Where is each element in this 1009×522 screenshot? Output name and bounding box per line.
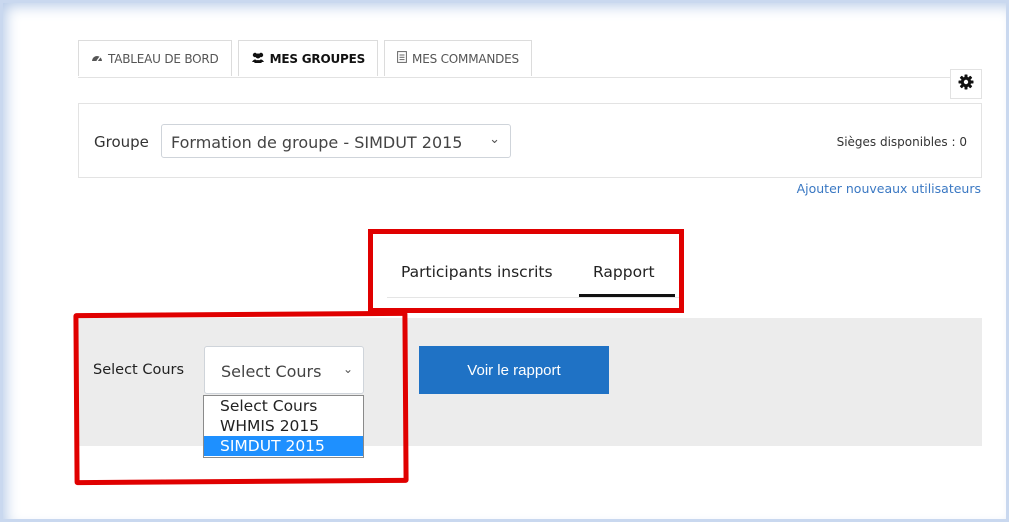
settings-button[interactable]: [950, 69, 982, 99]
group-select[interactable]: Formation de groupe - SIMDUT 2015 ⌄: [161, 124, 511, 158]
users-icon: [251, 52, 265, 66]
seats-available: Sièges disponibles : 0: [837, 135, 967, 149]
tab-tableau-de-bord[interactable]: TABLEAU DE BORD: [78, 40, 232, 76]
tab-label: MES COMMANDES: [412, 51, 519, 66]
annotation-box-course: [73, 310, 409, 486]
group-label: Groupe: [94, 133, 149, 151]
group-panel: Groupe Formation de groupe - SIMDUT 2015…: [78, 103, 982, 178]
add-users-link[interactable]: Ajouter nouveaux utilisateurs: [797, 181, 981, 196]
dashboard-icon: [91, 52, 103, 66]
gear-icon: [958, 74, 974, 94]
annotation-box-tabs: [368, 229, 684, 313]
main-tabs: TABLEAU DE BORD MES GROUPES MES COMMANDE…: [78, 40, 538, 77]
seats-value: 0: [959, 135, 967, 149]
view-report-button[interactable]: Voir le rapport: [419, 346, 609, 394]
chevron-down-icon: ⌄: [489, 132, 500, 147]
tab-divider: [78, 77, 982, 78]
tab-mes-commandes[interactable]: MES COMMANDES: [384, 40, 532, 76]
seats-label: Sièges disponibles :: [836, 135, 956, 149]
tab-label: TABLEAU DE BORD: [108, 51, 219, 66]
tab-mes-groupes[interactable]: MES GROUPES: [237, 40, 379, 76]
tab-label: MES GROUPES: [269, 51, 366, 66]
document-icon: [397, 51, 407, 66]
group-selected-value: Formation de groupe - SIMDUT 2015: [171, 133, 463, 152]
